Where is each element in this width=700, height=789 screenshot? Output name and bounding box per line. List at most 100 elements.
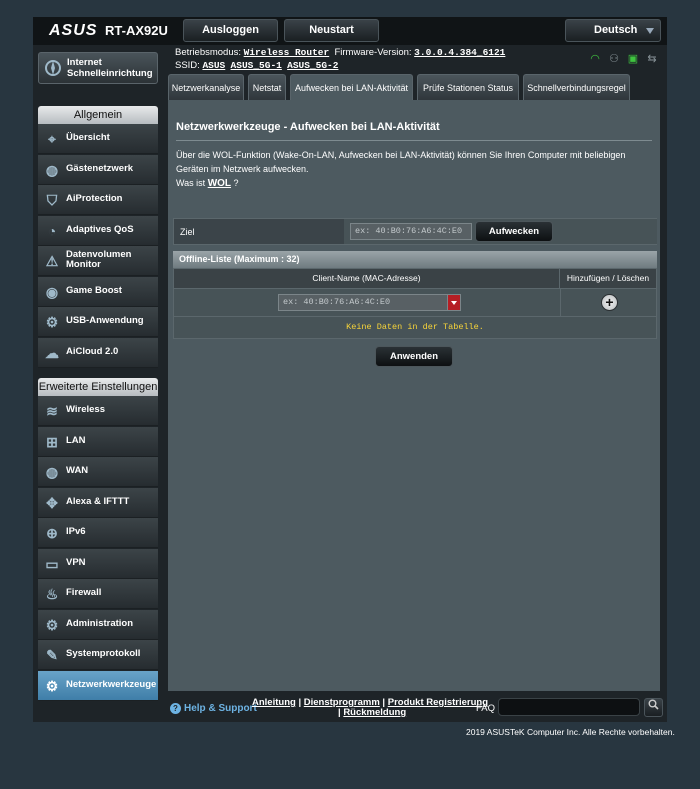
sidebar-item-label: Firewall: [66, 587, 102, 599]
manual-link[interactable]: Anleitung: [252, 697, 296, 708]
sidebar-item-wireless[interactable]: ≋ Wireless: [38, 396, 158, 426]
sidebar-item-label: AiProtection: [66, 193, 123, 205]
wake-button[interactable]: Aufwecken: [475, 221, 553, 242]
cloud-icon: ☁: [45, 345, 59, 361]
offline-table-header: Client-Name (MAC-Adresse) Hinzufügen / L…: [173, 268, 657, 289]
offline-input-row: ex: 40:B0:76:A6:4C:E0 +: [173, 289, 657, 317]
tab-network-analysis[interactable]: Netzwerkanalyse: [168, 74, 244, 101]
vpn-icon: ▭: [45, 556, 59, 572]
language-value: Deutsch: [594, 24, 638, 36]
sidebar-item-label: Administration: [66, 618, 134, 630]
wizard-icon: [44, 59, 62, 80]
tab-quick-connect-rule[interactable]: Schnellverbindungsregel: [523, 74, 630, 101]
logout-button[interactable]: Ausloggen: [183, 19, 278, 42]
target-row: Ziel ex: 40:B0:76:A6:4C:E0 Aufwecken: [173, 218, 657, 245]
dropdown-arrow-icon[interactable]: [447, 294, 461, 311]
admin-gear-icon: ⚙: [45, 617, 59, 633]
column-client-name: Client-Name (MAC-Adresse): [174, 269, 560, 288]
sidebar-item-alexa[interactable]: ✥ Alexa & IFTTT: [38, 488, 158, 518]
language-select[interactable]: Deutsch: [565, 19, 661, 42]
traffic-icon: ⚠: [45, 253, 59, 269]
sidebar-item-label: Übersicht: [66, 132, 110, 144]
ssid-link[interactable]: ASUS_5G-1: [231, 60, 282, 71]
wol-help-link[interactable]: WOL: [208, 178, 231, 189]
whatis-line: Was ist WOL ?: [176, 178, 239, 189]
column-add-delete: Hinzufügen / Löschen: [566, 273, 650, 283]
mode-label: Betriebsmodus:: [175, 47, 242, 58]
page-title: Netzwerkwerkzeuge - Aufwecken bei LAN-Ak…: [176, 121, 440, 133]
feedback-link[interactable]: Rückmeldung: [343, 707, 406, 718]
sidebar-item-usb[interactable]: ⚙ USB-Anwendung: [38, 307, 158, 337]
help-support-label: Help & Support: [184, 703, 257, 714]
mode-value-link[interactable]: Wireless Router: [244, 47, 330, 58]
sidebar-item-system-log[interactable]: ✎ Systemprotokoll: [38, 640, 158, 670]
whatis-suffix: ?: [233, 178, 239, 188]
sidebar-item-vpn[interactable]: ▭ VPN: [38, 549, 158, 579]
top-bar: ASUS RT-AX92U Ausloggen Neustart Deutsch: [33, 17, 667, 45]
ssid-link[interactable]: ASUS_5G-2: [287, 60, 338, 71]
footer: ? Help & Support Anleitung | Dienstprogra…: [168, 693, 667, 722]
faq-label: FAQ: [476, 703, 496, 714]
info-bar: Betriebsmodus: Wireless Router Firmware-…: [169, 45, 667, 73]
tools-gear-icon: ⚙: [45, 678, 59, 694]
title-divider: [176, 140, 652, 141]
help-support: ? Help & Support: [170, 703, 257, 714]
faq-search-input[interactable]: [498, 698, 640, 716]
sidebar-item-administration[interactable]: ⚙ Administration: [38, 610, 158, 640]
model-name: RT-AX92U: [105, 23, 168, 38]
whatis-prefix: Was ist: [176, 178, 206, 188]
main-content: Netzwerkwerkzeuge - Aufwecken bei LAN-Ak…: [168, 100, 660, 691]
sidebar-item-aiprotection[interactable]: ⛉ AiProtection: [38, 185, 158, 215]
asus-logo: ASUS: [49, 22, 98, 39]
ipv6-icon: ⊕: [46, 525, 58, 541]
sidebar-item-aicloud[interactable]: ☁ AiCloud 2.0: [38, 338, 158, 368]
sidebar-item-label: Datenvolumen Monitor: [66, 249, 132, 271]
link-separator: |: [298, 697, 302, 708]
sidebar-item-ipv6[interactable]: ⊕ IPv6: [38, 518, 158, 548]
sidebar-item-label: Alexa & IFTTT: [66, 496, 130, 508]
client-mac-input[interactable]: ex: 40:B0:76:A6:4C:E0: [278, 294, 461, 311]
sidebar-item-traffic-monitor[interactable]: ⚠ Datenvolumen Monitor: [38, 246, 158, 276]
sidebar-item-label: Adaptives QoS: [66, 224, 134, 236]
globe-icon: ◍: [45, 162, 59, 178]
sidebar-item-game-boost[interactable]: ◉ Game Boost: [38, 277, 158, 307]
alexa-icon: ✥: [46, 495, 58, 511]
sidebar-item-label: Game Boost: [66, 285, 122, 297]
ssid-link[interactable]: ASUS: [202, 60, 225, 71]
sidebar-item-label: Systemprotokoll: [66, 648, 141, 660]
firmware-value-link[interactable]: 3.0.0.4.384_6121: [414, 47, 505, 58]
empty-table-message: Keine Daten in der Tabelle.: [173, 317, 657, 339]
sidebar-item-firewall[interactable]: ♨ Firewall: [38, 579, 158, 609]
fire-icon: ♨: [45, 586, 59, 602]
chevron-down-icon: [646, 28, 654, 34]
client-mac-placeholder: ex: 40:B0:76:A6:4C:E0: [283, 297, 391, 307]
app-status-icon[interactable]: ▣: [626, 53, 640, 65]
sidebar-item-wan[interactable]: ◍ WAN: [38, 457, 158, 487]
apply-button[interactable]: Anwenden: [375, 346, 453, 367]
link-separator: |: [338, 707, 341, 718]
clients-status-icon[interactable]: ⚇: [607, 53, 621, 65]
internet-status-icon[interactable]: ◠: [588, 53, 602, 65]
restart-button[interactable]: Neustart: [284, 19, 379, 42]
sidebar-item-label: WAN: [66, 465, 89, 477]
sidebar-item-lan[interactable]: ⊞ LAN: [38, 427, 158, 457]
sidebar-item-qos[interactable]: ◔ Adaptives QoS: [38, 216, 158, 246]
usb-status-icon[interactable]: ⇆: [645, 53, 659, 65]
sidebar-item-overview[interactable]: ⌖ Übersicht: [38, 124, 158, 154]
tab-station-status[interactable]: Prüfe Stationen Status: [417, 74, 519, 101]
gauge-icon: ◔: [47, 223, 57, 239]
sidebar-item-network-tools[interactable]: ⚙ Netzwerkwerkzeuge: [38, 671, 158, 701]
globe-icon: ◍: [45, 464, 59, 480]
sidebar-item-guest-network[interactable]: ◍ Gästenetzwerk: [38, 155, 158, 185]
map-icon: ⌖: [48, 131, 56, 147]
search-icon[interactable]: [644, 698, 663, 717]
quick-setup-button[interactable]: Internet Schnelleinrichtung: [38, 52, 158, 84]
target-mac-input[interactable]: ex: 40:B0:76:A6:4C:E0: [350, 223, 472, 240]
copyright: 2019 ASUSTeK Computer Inc. Alle Rechte v…: [466, 727, 675, 737]
tab-wake-on-lan[interactable]: Aufwecken bei LAN-Aktivität: [290, 74, 413, 101]
add-icon[interactable]: +: [601, 294, 618, 311]
wol-description: Über die WOL-Funktion (Wake-On-LAN, Aufw…: [176, 150, 626, 174]
tab-netstat[interactable]: Netstat: [248, 74, 286, 101]
target-label: Ziel: [180, 227, 195, 237]
shield-icon: ⛉: [46, 192, 58, 208]
